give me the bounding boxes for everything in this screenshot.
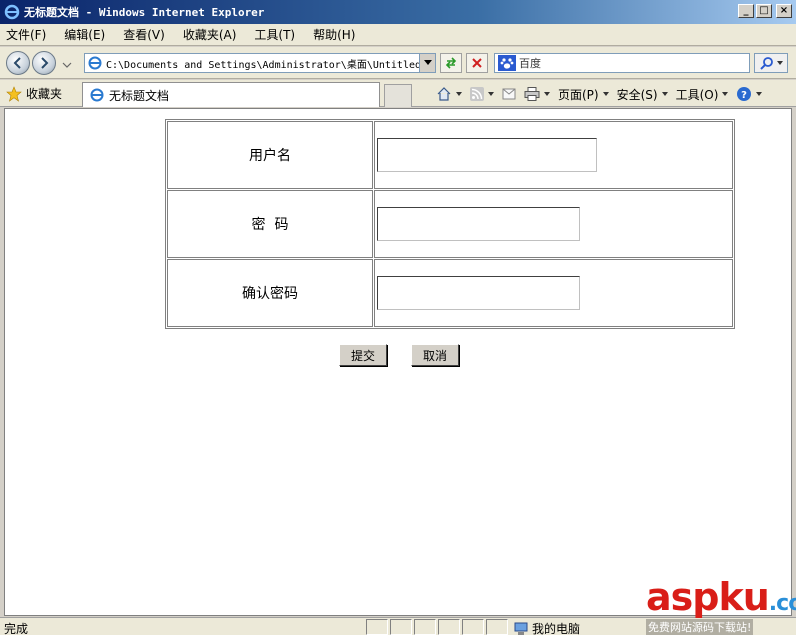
search-button[interactable] xyxy=(754,53,788,73)
magnifier-icon xyxy=(759,57,773,70)
safety-menu-label: 安全(S) xyxy=(616,87,658,102)
help-button[interactable]: ? xyxy=(736,86,763,102)
refresh-button[interactable] xyxy=(440,53,462,73)
print-button[interactable] xyxy=(524,87,550,101)
arrow-right-icon xyxy=(41,57,49,69)
stop-button[interactable] xyxy=(466,53,488,73)
watermark-subtitle: 免费网站源码下载站! xyxy=(646,619,754,635)
address-dropdown-button[interactable] xyxy=(419,54,435,72)
status-pane xyxy=(366,619,388,635)
baidu-paw-icon xyxy=(498,55,516,71)
status-pane xyxy=(486,619,508,635)
window-title: 无标题文档 - Windows Internet Explorer xyxy=(24,6,265,19)
home-button[interactable] xyxy=(436,86,462,102)
page-menu-button[interactable]: 页面(P) xyxy=(558,86,609,103)
status-pane xyxy=(462,619,484,635)
favorites-button[interactable]: 收藏夹 xyxy=(6,85,62,102)
form-row-confirm-password: 确认密码 xyxy=(167,259,733,327)
star-icon xyxy=(6,85,22,102)
tab-bar: 收藏夹 无标题文档 页面(P) 安全(S) 工具(O) ? xyxy=(0,80,796,107)
form-row-username: 用户名 xyxy=(167,121,733,189)
submit-button[interactable]: 提交 xyxy=(339,344,387,366)
history-dropdown-icon[interactable] xyxy=(62,60,72,70)
menu-help[interactable]: 帮助(H) xyxy=(313,26,355,43)
title-bar: 无标题文档 - Windows Internet Explorer _ □ × xyxy=(0,0,796,24)
tools-menu-label: 工具(O) xyxy=(675,87,719,102)
watermark-logo-suffix: .com xyxy=(768,591,796,616)
search-input[interactable]: 百度 xyxy=(494,53,750,73)
address-url: C:\Documents and Settings\Administrator\… xyxy=(106,59,419,71)
maximize-button[interactable]: □ xyxy=(756,4,772,18)
confirm-password-label: 确认密码 xyxy=(167,259,373,327)
new-tab-button[interactable] xyxy=(384,84,412,107)
menu-bar: 文件(F) 编辑(E) 查看(V) 收藏夹(A) 工具(T) 帮助(H) xyxy=(0,24,796,46)
menu-tools[interactable]: 工具(T) xyxy=(254,26,295,43)
watermark-logo-main: aspku xyxy=(646,575,770,619)
tab-title: 无标题文档 xyxy=(109,88,170,103)
status-pane xyxy=(390,619,412,635)
status-pane xyxy=(438,619,460,635)
registration-form: 用户名 密 码 确认密码 xyxy=(165,119,735,329)
watermark: aspku.com 免费网站源码下载站! xyxy=(626,575,796,635)
svg-text:?: ? xyxy=(742,90,748,101)
status-pane xyxy=(414,619,436,635)
tab-active[interactable]: 无标题文档 xyxy=(82,82,380,107)
watermark-logo: aspku.com xyxy=(646,575,796,619)
password-label: 密 码 xyxy=(167,190,373,258)
page-content: 用户名 密 码 确认密码 提交 取消 xyxy=(4,108,792,616)
security-zone[interactable]: 我的电脑 xyxy=(514,620,580,635)
address-input[interactable]: C:\Documents and Settings\Administrator\… xyxy=(84,53,436,73)
back-button[interactable] xyxy=(6,51,30,75)
window-controls: _ □ × xyxy=(738,4,792,18)
feeds-button[interactable] xyxy=(470,87,494,101)
page-menu-label: 页面(P) xyxy=(558,87,599,102)
password-input[interactable] xyxy=(377,207,580,241)
refresh-icon xyxy=(445,57,457,69)
cancel-button[interactable]: 取消 xyxy=(411,344,459,366)
favorites-label: 收藏夹 xyxy=(26,87,63,101)
ie-logo-icon xyxy=(4,4,20,20)
menu-edit[interactable]: 编辑(E) xyxy=(64,26,105,43)
rss-icon xyxy=(470,87,484,101)
ie-page-icon xyxy=(90,88,104,102)
arrow-left-icon xyxy=(13,57,21,69)
computer-icon xyxy=(514,622,528,635)
printer-icon xyxy=(524,87,540,101)
close-button[interactable]: × xyxy=(776,4,792,18)
safety-menu-button[interactable]: 安全(S) xyxy=(617,86,668,103)
username-input[interactable] xyxy=(377,138,597,172)
address-toolbar: C:\Documents and Settings\Administrator\… xyxy=(0,47,796,79)
help-icon: ? xyxy=(737,87,752,101)
username-label: 用户名 xyxy=(167,121,373,189)
forward-button[interactable] xyxy=(32,51,56,75)
minimize-button[interactable]: _ xyxy=(738,4,754,18)
form-row-password: 密 码 xyxy=(167,190,733,258)
tools-menu-button[interactable]: 工具(O) xyxy=(676,86,729,103)
command-bar: 页面(P) 安全(S) 工具(O) ? xyxy=(436,84,763,104)
mail-button[interactable] xyxy=(502,88,516,100)
mail-icon xyxy=(502,88,516,100)
confirm-password-input[interactable] xyxy=(377,276,580,310)
status-text: 完成 xyxy=(4,622,29,635)
stop-icon xyxy=(472,58,482,68)
home-icon xyxy=(437,87,451,101)
chevron-down-icon xyxy=(776,61,783,65)
ie-page-icon xyxy=(88,56,102,70)
form-actions: 提交 取消 xyxy=(339,344,459,366)
zone-label: 我的电脑 xyxy=(532,622,581,635)
menu-file[interactable]: 文件(F) xyxy=(6,26,46,43)
search-placeholder: 百度 xyxy=(519,57,541,70)
chevron-down-icon xyxy=(423,60,432,65)
menu-favorites[interactable]: 收藏夹(A) xyxy=(183,26,237,43)
menu-view[interactable]: 查看(V) xyxy=(123,26,165,43)
